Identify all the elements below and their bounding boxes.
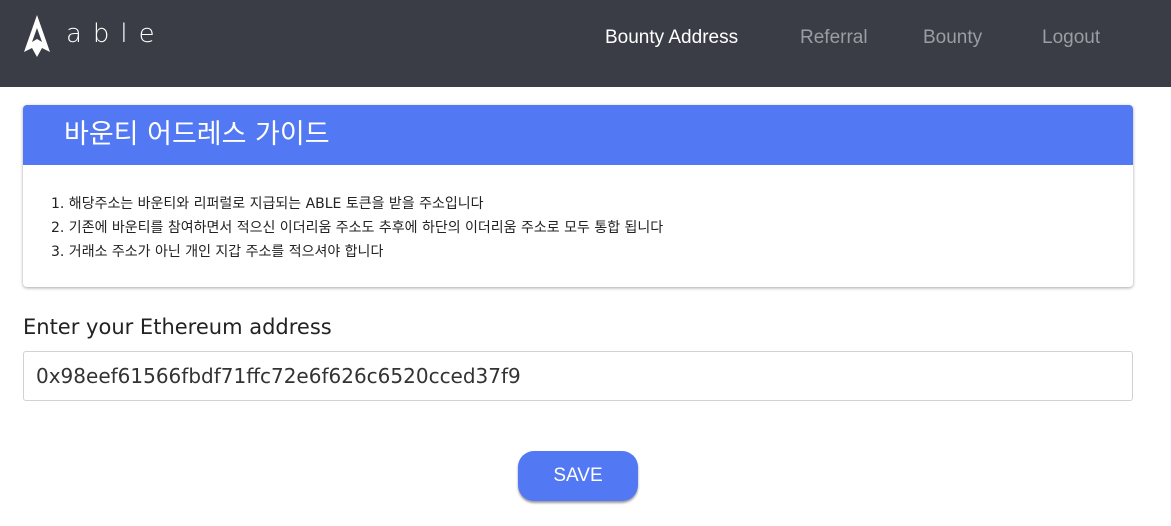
guide-card: 바운티 어드레스 가이드 1. 해당주소는 바운티와 리퍼럴로 지급되는 ABL…: [23, 105, 1133, 287]
guide-line-3: 3. 거래소 주소가 아닌 개인 지갑 주소를 적으셔야 합니다: [51, 244, 384, 260]
save-button[interactable]: SAVE: [518, 451, 638, 501]
nav-bounty-address[interactable]: Bounty Address: [605, 24, 738, 52]
logo-text: able: [66, 19, 166, 49]
guide-line-1: 1. 해당주소는 바운티와 리퍼럴로 지급되는 ABLE 토큰을 받을 주소입니…: [51, 196, 484, 212]
guide-line-2: 2. 기존에 바운티를 참여하면서 적으신 이더리움 주소도 추후에 하단의 이…: [51, 220, 664, 236]
able-logo-icon: [24, 15, 50, 57]
ethereum-address-input[interactable]: [23, 351, 1133, 401]
nav-logout[interactable]: Logout: [1042, 24, 1100, 52]
guide-body: 1. 해당주소는 바운티와 리퍼럴로 지급되는 ABLE 토큰을 받을 주소입니…: [23, 165, 1133, 264]
nav-bounty[interactable]: Bounty: [923, 24, 982, 52]
ethereum-address-label: Enter your Ethereum address: [23, 315, 332, 339]
nav-referral[interactable]: Referral: [800, 24, 868, 52]
brand-logo[interactable]: able: [22, 14, 166, 58]
guide-title: 바운티 어드레스 가이드: [23, 105, 1133, 165]
top-navbar: able Bounty Address Referral Bounty Logo…: [0, 0, 1171, 87]
